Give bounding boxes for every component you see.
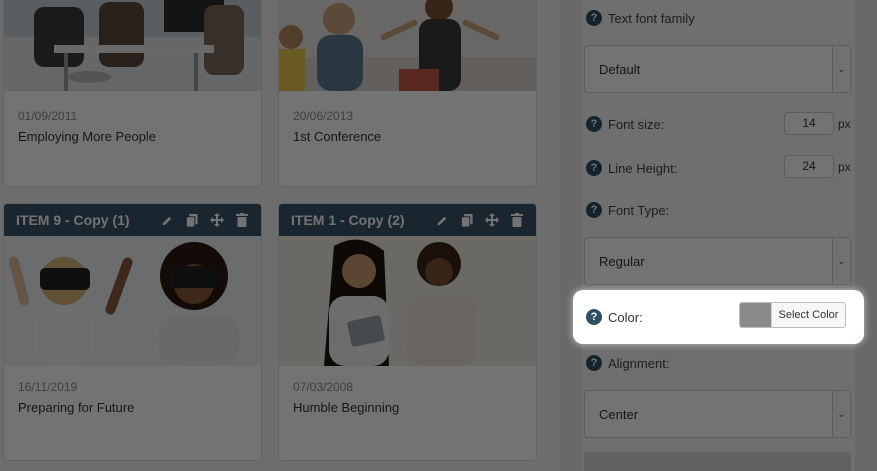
help-icon[interactable]: ?: [586, 355, 602, 371]
alignment-row: ? Alignment:: [586, 355, 669, 371]
help-icon[interactable]: ?: [586, 10, 602, 26]
timeline-card[interactable]: ITEM 9 - Copy (1) 16/11/2019 Preparing f…: [3, 203, 262, 461]
panel-footer-block: [584, 452, 851, 471]
help-icon[interactable]: ?: [586, 116, 602, 132]
card-date: 07/03/2008: [293, 380, 354, 394]
card-title: Humble Beginning: [293, 400, 400, 415]
font-family-row: ? Text font family: [586, 10, 695, 26]
card-title: Employing More People: [18, 129, 157, 144]
font-family-select[interactable]: Default ⌄: [584, 45, 851, 93]
line-height-label: Line Height:: [608, 160, 678, 176]
card-header-title: ITEM 9 - Copy (1): [16, 212, 130, 228]
timeline-card[interactable]: 20/06/2013 1st Conference: [278, 0, 537, 187]
move-icon[interactable]: [485, 213, 499, 227]
alignment-value: Center: [599, 406, 639, 422]
card-image-office: [4, 0, 261, 91]
vr-photo: [4, 236, 261, 366]
select-color-label: Select Color: [771, 303, 845, 327]
tablet-photo: [279, 236, 536, 366]
timeline-card[interactable]: ITEM 1 - Copy (2) 07/03/2008 Humble Begi…: [278, 203, 537, 461]
color-row: ? Color:: [586, 309, 643, 325]
font-type-row: ? Font Type:: [586, 202, 669, 218]
card-title: 1st Conference: [293, 129, 382, 144]
conference-photo: [279, 0, 536, 91]
color-label: Color:: [608, 309, 643, 325]
card-date: 20/06/2013: [293, 109, 354, 123]
card-title: Preparing for Future: [18, 400, 135, 415]
pencil-icon[interactable]: [435, 213, 449, 227]
panel-divider: [560, 0, 582, 471]
line-height-input[interactable]: 24: [784, 155, 834, 178]
card-date: 16/11/2019: [18, 380, 78, 394]
alignment-select[interactable]: Center ⌄: [584, 390, 851, 438]
timeline-card[interactable]: 01/09/2011 Employing More People: [3, 0, 262, 187]
card-image-vr: [4, 236, 261, 366]
trash-icon[interactable]: [235, 213, 249, 227]
pencil-icon[interactable]: [160, 213, 174, 227]
font-size-row: ? Font size:: [586, 116, 664, 132]
card-header: ITEM 1 - Copy (2): [279, 204, 536, 236]
color-setting-highlight: ? Color: Select Color: [573, 290, 864, 344]
office-photo: [4, 0, 261, 91]
help-icon[interactable]: ?: [586, 202, 602, 218]
font-size-label: Font size:: [608, 116, 665, 132]
card-image-tablet: [279, 236, 536, 366]
panel-scrollbar[interactable]: [855, 0, 877, 471]
move-icon[interactable]: [210, 213, 224, 227]
font-size-input[interactable]: 14: [784, 112, 834, 135]
card-header-title: ITEM 1 - Copy (2): [291, 212, 405, 228]
font-family-value: Default: [599, 61, 641, 77]
trash-icon[interactable]: [510, 213, 524, 227]
help-icon[interactable]: ?: [586, 309, 602, 325]
font-type-value: Regular: [599, 253, 645, 269]
color-swatch: [740, 303, 771, 327]
font-type-label: Font Type:: [608, 202, 670, 218]
font-family-label: Text font family: [608, 10, 695, 26]
card-image-conference: [279, 0, 536, 91]
copy-icon[interactable]: [185, 213, 199, 227]
alignment-label: Alignment:: [608, 355, 670, 371]
copy-icon[interactable]: [460, 213, 474, 227]
help-icon[interactable]: ?: [586, 160, 602, 176]
select-color-button[interactable]: Select Color: [739, 302, 846, 328]
card-header: ITEM 9 - Copy (1): [4, 204, 261, 236]
line-height-row: ? Line Height:: [586, 160, 677, 176]
chevron-down-icon: ⌄: [832, 391, 850, 437]
font-type-select[interactable]: Regular ⌄: [584, 237, 851, 285]
card-date: 01/09/2011: [18, 109, 78, 123]
chevron-down-icon: ⌄: [832, 46, 850, 92]
chevron-down-icon: ⌄: [832, 238, 850, 284]
line-height-unit: px: [838, 160, 851, 174]
font-size-unit: px: [838, 117, 851, 131]
